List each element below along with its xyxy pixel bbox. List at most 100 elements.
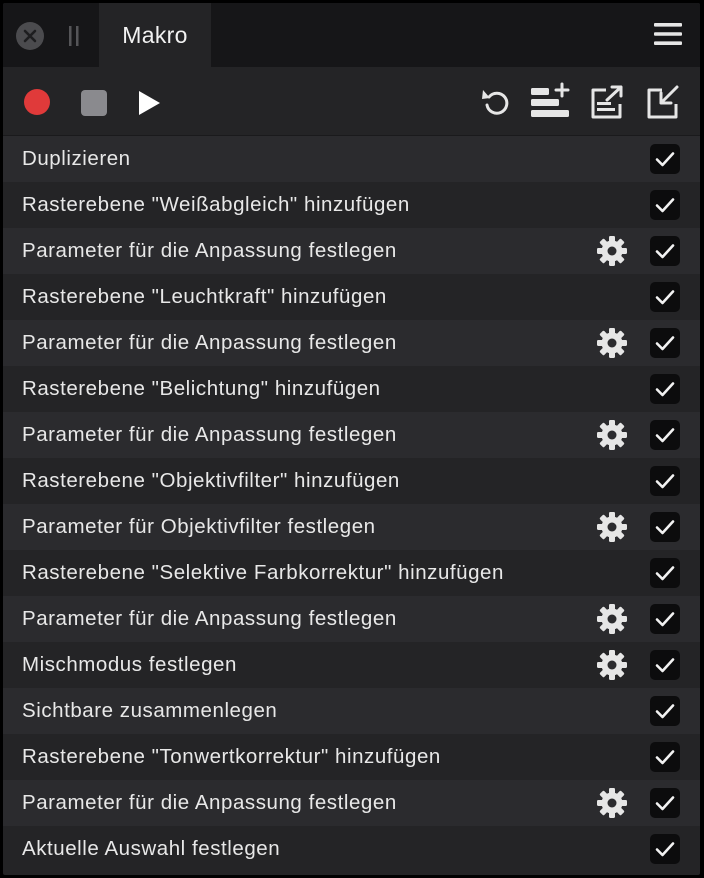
step-enabled-checkbox[interactable] xyxy=(650,696,680,726)
macro-step-row[interactable]: Mischmodus festlegen xyxy=(3,642,700,688)
macro-step-row[interactable]: Rasterebene "Leuchtkraft" hinzufügen xyxy=(3,274,700,320)
macro-step-row[interactable]: Aktuelle Auswahl festlegen xyxy=(3,826,700,872)
add-list-icon xyxy=(531,82,570,117)
stop-button[interactable] xyxy=(80,89,108,117)
macro-step-row[interactable]: Parameter für die Anpassung festlegen xyxy=(3,228,700,274)
macro-step-label: Sichtbare zusammenlegen xyxy=(22,699,278,722)
checkmark-icon xyxy=(655,566,675,581)
export-icon xyxy=(591,85,623,119)
step-enabled-checkbox[interactable] xyxy=(650,144,680,174)
gear-icon xyxy=(597,236,627,266)
checkmark-icon xyxy=(655,428,675,443)
undo-button[interactable] xyxy=(479,85,513,119)
step-enabled-checkbox[interactable] xyxy=(650,420,680,450)
macro-step-label: Rasterebene "Objektivfilter" hinzufügen xyxy=(22,469,400,492)
checkmark-icon xyxy=(655,198,675,213)
checkmark-icon xyxy=(655,336,675,351)
macro-step-label: Parameter für die Anpassung festlegen xyxy=(22,239,397,262)
macro-step-label: Parameter für Objektivfilter festlegen xyxy=(22,515,376,538)
record-button[interactable] xyxy=(23,88,51,116)
step-enabled-checkbox[interactable] xyxy=(650,374,680,404)
gear-icon xyxy=(597,604,627,634)
close-button[interactable] xyxy=(16,22,44,50)
step-settings-button[interactable] xyxy=(596,235,628,267)
step-enabled-checkbox[interactable] xyxy=(650,604,680,634)
step-enabled-checkbox[interactable] xyxy=(650,466,680,496)
stop-icon xyxy=(81,90,107,116)
macro-step-row[interactable]: Duplizieren xyxy=(3,136,700,182)
step-settings-button[interactable] xyxy=(596,327,628,359)
macro-step-row[interactable]: Rasterebene "Tonwertkorrektur" hinzufüge… xyxy=(3,734,700,780)
step-enabled-checkbox[interactable] xyxy=(650,282,680,312)
step-enabled-checkbox[interactable] xyxy=(650,190,680,220)
macro-step-row[interactable]: Sichtbare zusammenlegen xyxy=(3,688,700,734)
macro-step-label: Parameter für die Anpassung festlegen xyxy=(22,331,397,354)
macro-panel: Makro Duplizieren Rasterebene "Weißabgle… xyxy=(3,3,700,875)
macro-step-row[interactable]: Rasterebene "Weißabgleich" hinzufügen xyxy=(3,182,700,228)
macro-step-label: Mischmodus festlegen xyxy=(22,653,237,676)
step-settings-button[interactable] xyxy=(596,787,628,819)
step-enabled-checkbox[interactable] xyxy=(650,834,680,864)
panel-drag-handle[interactable] xyxy=(67,25,81,47)
macro-step-row[interactable]: Rasterebene "Objektivfilter" hinzufügen xyxy=(3,458,700,504)
checkmark-icon xyxy=(655,382,675,397)
macro-step-label: Duplizieren xyxy=(22,147,131,170)
play-icon xyxy=(139,91,160,115)
macro-step-label: Rasterebene "Leuchtkraft" hinzufügen xyxy=(22,285,387,308)
macro-step-row[interactable]: Parameter für die Anpassung festlegen xyxy=(3,412,700,458)
step-enabled-checkbox[interactable] xyxy=(650,328,680,358)
macro-step-label: Aktuelle Auswahl festlegen xyxy=(22,837,281,860)
step-enabled-checkbox[interactable] xyxy=(650,558,680,588)
macro-step-label: Rasterebene "Selektive Farbkorrektur" hi… xyxy=(22,561,504,584)
step-settings-button[interactable] xyxy=(596,511,628,543)
step-enabled-checkbox[interactable] xyxy=(650,236,680,266)
macro-step-row[interactable]: Rasterebene "Selektive Farbkorrektur" hi… xyxy=(3,550,700,596)
gear-icon xyxy=(597,512,627,542)
undo-icon xyxy=(482,90,509,115)
macro-step-row[interactable]: Parameter für die Anpassung festlegen xyxy=(3,320,700,366)
checkmark-icon xyxy=(655,796,675,811)
macro-step-label: Rasterebene "Weißabgleich" hinzufügen xyxy=(22,193,410,216)
step-enabled-checkbox[interactable] xyxy=(650,650,680,680)
step-enabled-checkbox[interactable] xyxy=(650,742,680,772)
close-icon xyxy=(23,29,37,43)
macro-step-row[interactable]: Parameter für die Anpassung festlegen xyxy=(3,596,700,642)
macro-step-list: Duplizieren Rasterebene "Weißabgleich" hi… xyxy=(3,136,700,872)
checkmark-icon xyxy=(655,152,675,167)
checkmark-icon xyxy=(655,612,675,627)
macro-step-label: Rasterebene "Tonwertkorrektur" hinzufüge… xyxy=(22,745,441,768)
step-enabled-checkbox[interactable] xyxy=(650,512,680,542)
macro-toolbar xyxy=(3,67,700,136)
play-button[interactable] xyxy=(135,89,163,117)
tab-macro[interactable]: Makro xyxy=(99,3,211,67)
checkmark-icon xyxy=(655,244,675,259)
import-button[interactable] xyxy=(645,83,681,121)
step-settings-button[interactable] xyxy=(596,603,628,635)
gear-icon xyxy=(597,788,627,818)
macro-step-row[interactable]: Parameter für die Anpassung festlegen xyxy=(3,780,700,826)
import-icon xyxy=(647,85,679,119)
checkmark-icon xyxy=(655,658,675,673)
macro-step-label: Parameter für die Anpassung festlegen xyxy=(22,791,397,814)
macro-step-label: Rasterebene "Belichtung" hinzufügen xyxy=(22,377,381,400)
checkmark-icon xyxy=(655,290,675,305)
gear-icon xyxy=(597,420,627,450)
grip-icon xyxy=(69,26,79,46)
record-icon xyxy=(24,89,50,115)
panel-menu-button[interactable] xyxy=(654,22,682,46)
macro-step-label: Parameter für die Anpassung festlegen xyxy=(22,423,397,446)
step-enabled-checkbox[interactable] xyxy=(650,788,680,818)
macro-step-row[interactable]: Rasterebene "Belichtung" hinzufügen xyxy=(3,366,700,412)
checkmark-icon xyxy=(655,842,675,857)
title-bar: Makro xyxy=(3,3,700,67)
hamburger-menu-icon xyxy=(654,23,682,45)
macro-step-row[interactable]: Parameter für Objektivfilter festlegen xyxy=(3,504,700,550)
gear-icon xyxy=(597,650,627,680)
macro-step-label: Parameter für die Anpassung festlegen xyxy=(22,607,397,630)
step-settings-button[interactable] xyxy=(596,419,628,451)
checkmark-icon xyxy=(655,750,675,765)
tab-title: Makro xyxy=(122,21,188,48)
export-button[interactable] xyxy=(589,83,625,121)
add-to-library-button[interactable] xyxy=(529,81,573,121)
step-settings-button[interactable] xyxy=(596,649,628,681)
